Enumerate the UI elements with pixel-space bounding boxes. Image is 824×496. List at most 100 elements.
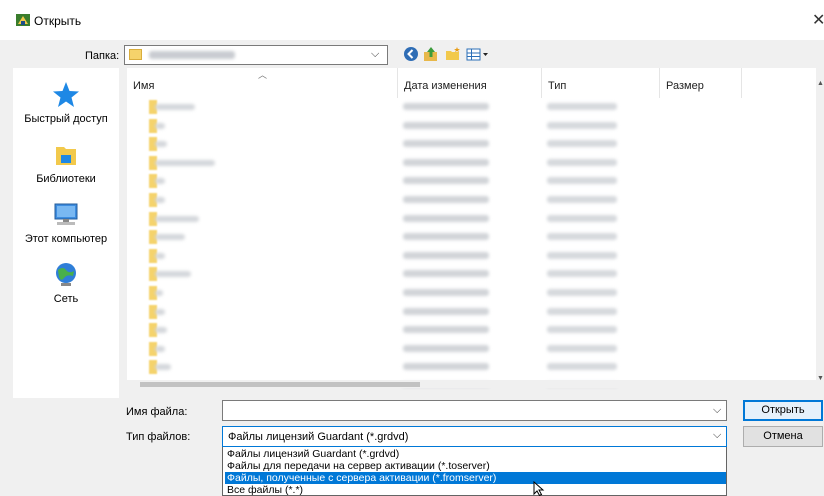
star-icon — [53, 82, 79, 107]
file-date-blurred — [403, 140, 489, 148]
up-folder-icon[interactable] — [422, 46, 440, 64]
back-icon[interactable] — [402, 46, 420, 64]
table-row[interactable] — [127, 284, 807, 302]
dropdown-option[interactable]: Все файлы (*.*) — [225, 484, 726, 495]
file-date-blurred — [403, 177, 489, 185]
file-type-blurred — [547, 233, 617, 241]
file-type-blurred — [547, 103, 617, 110]
close-icon[interactable]: ✕ — [812, 10, 824, 30]
file-type-blurred — [547, 177, 617, 185]
file-date-blurred — [403, 251, 489, 259]
list-header: ︿ Имя Дата изменения Тип Размер — [127, 68, 824, 98]
table-row[interactable] — [127, 303, 807, 321]
chevron-down-icon[interactable]: ⌵ — [371, 48, 379, 61]
file-name-blurred — [155, 290, 163, 296]
filetype-dropdown-list: Файлы лицензий Guardant (*.grdvd) Файлы … — [222, 447, 727, 496]
file-name-blurred — [155, 364, 171, 371]
filename-input[interactable] — [222, 400, 727, 421]
place-libraries[interactable]: Библиотеки — [13, 141, 119, 185]
file-date-blurred — [403, 363, 489, 371]
app-icon — [16, 14, 30, 26]
table-row[interactable] — [127, 358, 807, 376]
place-quick-access[interactable]: Быстрый доступ — [13, 81, 119, 125]
file-date-blurred — [403, 270, 489, 278]
place-label: Сеть — [53, 293, 79, 305]
new-folder-icon[interactable] — [444, 46, 462, 64]
cancel-button[interactable]: Отмена — [743, 426, 823, 447]
table-row[interactable] — [127, 191, 807, 209]
table-row[interactable] — [127, 210, 807, 228]
table-row[interactable] — [127, 98, 807, 116]
mouse-cursor-icon — [533, 481, 545, 496]
window-title: Открыть — [34, 14, 82, 28]
file-date-blurred — [403, 214, 489, 222]
folder-name-blurred — [149, 51, 235, 59]
dropdown-option-selected[interactable]: Файлы, полученные с сервера активации (*… — [225, 472, 726, 484]
column-date[interactable]: Дата изменения — [404, 80, 487, 92]
file-date-blurred — [403, 233, 489, 241]
file-name-blurred — [155, 327, 167, 334]
column-name[interactable]: Имя — [133, 80, 154, 92]
dropdown-option[interactable]: Файлы для передачи на сервер активации (… — [225, 460, 726, 472]
chevron-down-icon[interactable]: ⌵ — [713, 429, 721, 442]
table-row[interactable] — [127, 340, 807, 358]
table-row[interactable] — [127, 265, 807, 283]
file-type-blurred — [547, 158, 617, 166]
file-name-blurred — [155, 178, 165, 185]
file-list[interactable]: ︿ Имя Дата изменения Тип Размер — [127, 68, 824, 388]
file-type-blurred — [547, 196, 617, 203]
file-name-blurred — [155, 215, 199, 222]
file-date-blurred — [403, 307, 489, 315]
file-type-blurred — [547, 363, 617, 371]
filetype-label: Тип файлов: — [126, 431, 191, 443]
chevron-down-icon[interactable]: ⌵ — [713, 404, 721, 417]
table-row[interactable] — [127, 247, 807, 265]
folder-combobox[interactable]: ⌵ — [124, 45, 388, 65]
filetype-selected-value: Файлы лицензий Guardant (*.grdvd) — [228, 431, 409, 443]
place-network[interactable]: Сеть — [13, 261, 119, 305]
folder-label: Папка: — [85, 50, 120, 62]
view-menu-icon[interactable] — [466, 46, 492, 64]
file-date-blurred — [403, 158, 489, 166]
file-type-blurred — [547, 140, 617, 148]
place-this-pc[interactable]: Этот компьютер — [13, 201, 119, 245]
network-icon — [56, 263, 76, 286]
table-row[interactable] — [127, 321, 807, 339]
open-button[interactable]: Открыть — [743, 400, 823, 421]
column-divider[interactable] — [659, 68, 660, 98]
filename-label: Имя файла: — [126, 406, 188, 418]
table-row[interactable] — [127, 135, 807, 153]
place-label: Этот компьютер — [24, 233, 108, 245]
file-name-blurred — [155, 122, 165, 129]
file-name-blurred — [155, 308, 165, 315]
file-date-blurred — [403, 344, 489, 352]
vertical-scrollbar[interactable] — [816, 68, 824, 388]
table-row[interactable] — [127, 117, 807, 135]
file-date-blurred — [403, 289, 489, 296]
scroll-down-icon[interactable]: ▼ — [817, 375, 824, 382]
column-type[interactable]: Тип — [548, 80, 566, 92]
scroll-up-icon[interactable]: ▲ — [817, 80, 824, 87]
column-divider[interactable] — [397, 68, 398, 98]
table-row[interactable] — [127, 172, 807, 190]
file-date-blurred — [403, 103, 489, 110]
column-divider[interactable] — [541, 68, 542, 98]
file-type-blurred — [547, 251, 617, 259]
place-label: Библиотеки — [36, 173, 96, 185]
table-row[interactable] — [127, 154, 807, 172]
file-name-blurred — [155, 271, 191, 278]
place-label: Быстрый доступ — [24, 113, 108, 125]
file-date-blurred — [403, 196, 489, 203]
table-row[interactable] — [127, 228, 807, 246]
file-name-blurred — [155, 104, 195, 110]
file-name-blurred — [155, 234, 185, 241]
file-type-blurred — [547, 307, 617, 315]
file-type-blurred — [547, 344, 617, 352]
places-bar: Быстрый доступ Библиотеки Этот компьютер… — [13, 68, 119, 398]
column-divider[interactable] — [741, 68, 742, 98]
horizontal-scroll-thumb[interactable] — [140, 382, 420, 387]
file-type-blurred — [547, 270, 617, 278]
file-name-blurred — [155, 252, 165, 259]
column-size[interactable]: Размер — [666, 80, 704, 92]
dropdown-option[interactable]: Файлы лицензий Guardant (*.grdvd) — [225, 448, 726, 460]
